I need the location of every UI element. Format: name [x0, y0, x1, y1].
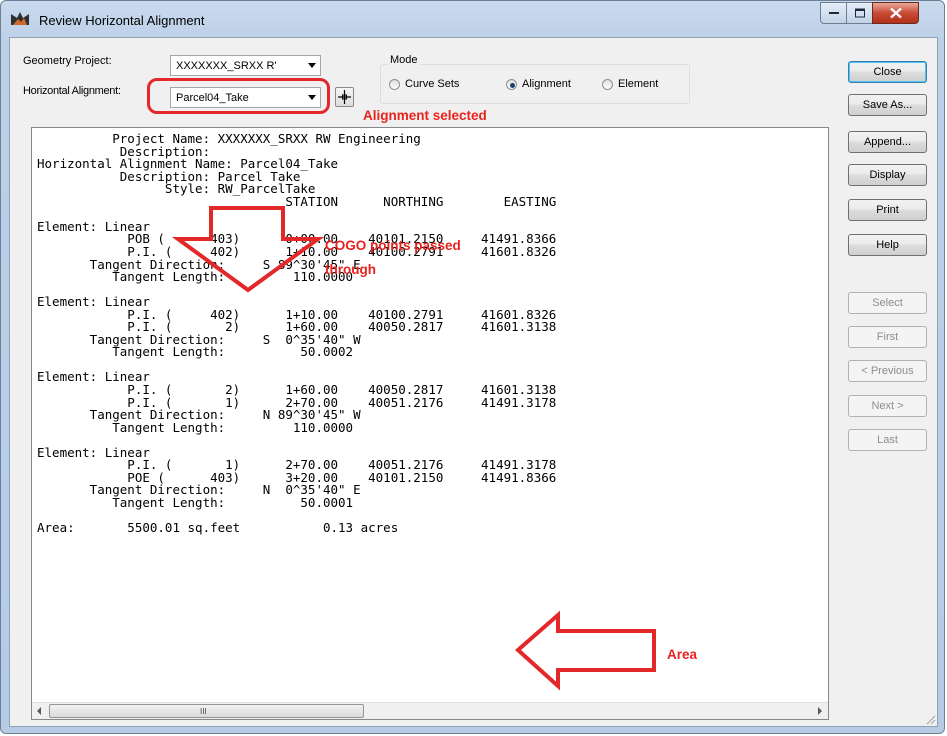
minimize-icon	[828, 12, 839, 14]
resize-grip-icon[interactable]	[924, 713, 936, 725]
minimize-button[interactable]	[820, 2, 847, 24]
close-window-button[interactable]	[872, 2, 919, 24]
review-horizontal-alignment-window: Review Horizontal Alignment Geometry Pro…	[0, 0, 945, 734]
app-icon	[11, 12, 29, 25]
window-title: Review Horizontal Alignment	[39, 13, 205, 28]
dialog-client-area: Geometry Project: XXXXXXX_SRXX R' Horizo…	[9, 37, 938, 727]
arrow-left-annotation	[514, 610, 656, 691]
annotation-arrows	[171, 206, 656, 691]
arrow-down-annotation	[171, 206, 325, 293]
close-icon	[889, 7, 902, 19]
title-bar[interactable]: Review Horizontal Alignment	[1, 1, 944, 37]
maximize-button[interactable]	[846, 2, 873, 24]
maximize-icon	[854, 8, 865, 18]
